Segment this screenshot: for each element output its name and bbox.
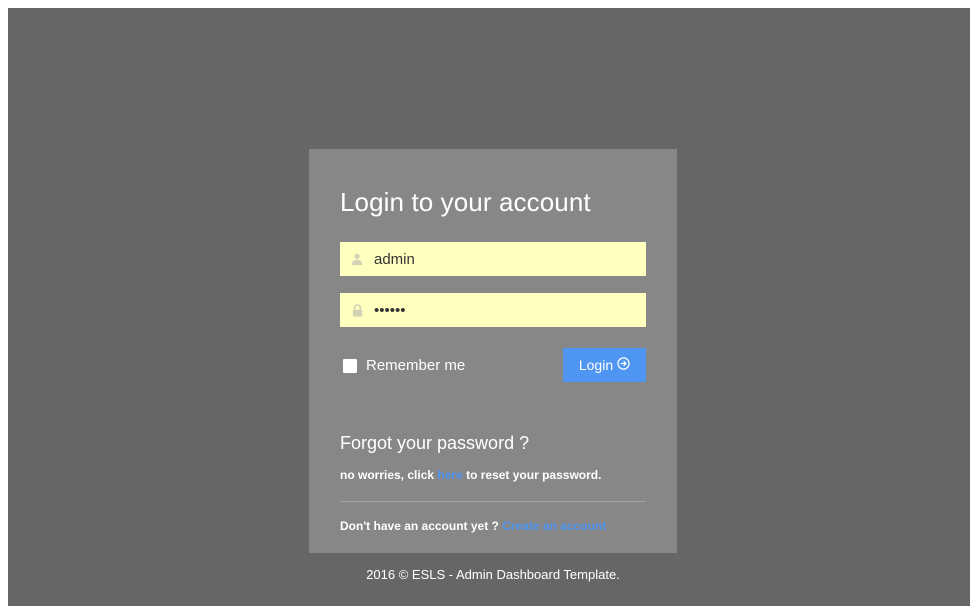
create-account-link[interactable]: Create an account [502,519,606,533]
reset-password-link[interactable]: here [437,468,462,482]
username-field[interactable] [340,242,646,276]
login-button[interactable]: Login [563,348,646,382]
forgot-password-suffix: to reset your password. [462,468,602,482]
user-icon [340,242,374,276]
login-title: Login to your account [340,187,591,217]
forgot-password-title: Forgot your password ? [340,433,530,453]
forgot-password-text: no worries, click here to reset your pas… [340,468,601,482]
footer-copyright: 2016 © ESLS - Admin Dashboard Template. [366,567,620,582]
login-panel: Login to your account Remember me Login [309,149,677,553]
signup-prefix: Don't have an account yet ? [340,519,503,533]
remember-me-control[interactable]: Remember me [343,357,465,374]
signup-text: Don't have an account yet ? Create an ac… [340,519,606,533]
arrow-circle-right-icon [617,357,630,373]
remember-me-label: Remember me [366,357,466,374]
username-input[interactable] [374,242,634,276]
password-input[interactable] [374,293,634,327]
password-field[interactable] [340,293,646,327]
lock-icon [340,293,374,327]
login-button-label: Login [578,357,614,373]
divider [340,501,646,502]
remember-me-checkbox[interactable] [343,358,357,373]
forgot-password-prefix: no worries, click [340,468,438,482]
